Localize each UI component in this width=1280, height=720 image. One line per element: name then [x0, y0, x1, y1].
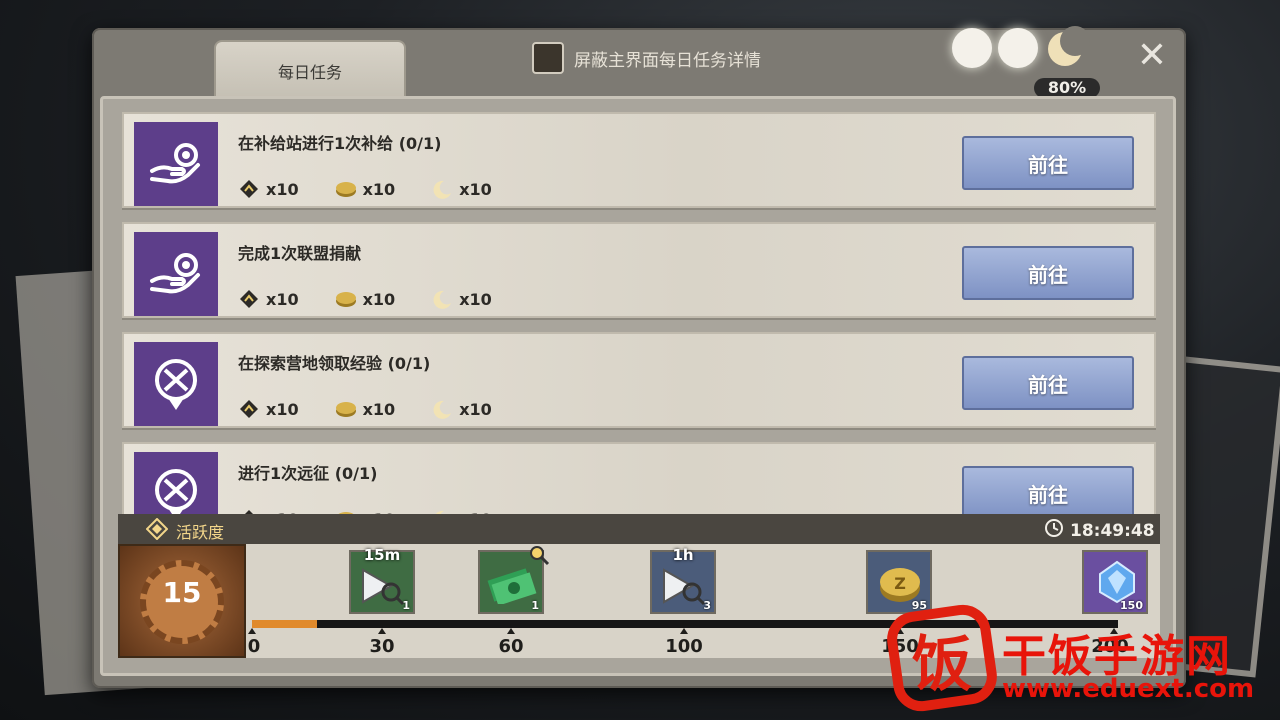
map-pin-icon — [134, 452, 218, 514]
reward-chest[interactable]: 1 — [478, 546, 550, 614]
go-button[interactable]: 前往 — [962, 356, 1134, 410]
clock-icon — [1044, 518, 1064, 543]
reward-amount: x10 — [459, 399, 492, 419]
moon-point-icon — [431, 398, 453, 420]
watermark-logo-text: 饭 — [912, 630, 972, 700]
activity-diamond-icon — [145, 517, 169, 544]
task-card: 在探索营地领取经验 (0/1) x10 x10 x10 前往 — [122, 332, 1156, 428]
reward-item: x10 — [238, 288, 299, 310]
moon-point-icon — [431, 288, 453, 310]
progress-tick-mark — [248, 628, 256, 634]
activity-moons — [952, 26, 1090, 68]
reward-item: x10 — [431, 288, 492, 310]
full-moon-icon — [998, 28, 1038, 68]
hide-details-option[interactable]: 屏蔽主界面每日任务详情 — [532, 42, 761, 74]
speedup-ticket-icon — [238, 178, 260, 200]
coin-icon — [335, 398, 357, 420]
reward-chest[interactable]: 1h 3 — [650, 546, 716, 614]
coin-icon — [335, 178, 357, 200]
reward-amount: x10 — [459, 179, 492, 199]
hand-coin-icon — [134, 232, 218, 316]
coin-icon — [335, 288, 357, 310]
cash-icon — [487, 568, 537, 604]
activity-level-badge: 15 — [118, 544, 246, 658]
activity-level-number: 15 — [162, 576, 202, 609]
reward-amount: x10 — [362, 399, 396, 419]
svg-text:Z: Z — [894, 574, 906, 593]
speedup-icon — [663, 568, 706, 606]
activity-header — [118, 514, 1160, 544]
reward-count: 1 — [531, 599, 539, 612]
progress-tick-mark — [680, 628, 688, 634]
speedup-icon — [362, 568, 405, 606]
task-rewards: x10 x10 x10 — [238, 178, 492, 200]
activity-progress-fill — [252, 620, 317, 628]
activity-label-text: 活跃度 — [176, 523, 225, 542]
progress-tick-label: 100 — [665, 636, 703, 657]
activity-timer: 18:49:48 — [1044, 518, 1155, 543]
reward-item: x10 — [238, 398, 299, 420]
progress-tick-mark — [378, 628, 386, 634]
map-pin-icon — [134, 342, 218, 426]
task-title: 完成1次联盟捐献 — [238, 244, 362, 263]
task-card: 在补给站进行1次补给 (0/1) x10 x10 x10 前往 — [122, 112, 1156, 208]
hide-details-label: 屏蔽主界面每日任务详情 — [574, 50, 761, 71]
go-button[interactable]: 前往 — [962, 246, 1134, 300]
reward-amount: x10 — [459, 289, 492, 309]
reward-count: 1 — [402, 599, 410, 612]
reward-amount: x10 — [266, 399, 299, 419]
crystal-icon — [1099, 560, 1135, 604]
task-rewards: x10 x10 x10 — [238, 288, 492, 310]
progress-tick-label: 60 — [498, 636, 524, 657]
go-button[interactable]: 前往 — [962, 466, 1134, 514]
task-card: 完成1次联盟捐献 x10 x10 x10 前往 — [122, 222, 1156, 318]
speedup-ticket-icon — [238, 398, 260, 420]
activity-label: 活跃度 — [145, 517, 225, 544]
task-title: 进行1次远征 (0/1) — [238, 464, 378, 483]
reward-item: x10 — [431, 178, 492, 200]
moon-point-icon — [431, 178, 453, 200]
progress-tick-label: 30 — [369, 636, 395, 657]
task-title: 在补给站进行1次补给 (0/1) — [238, 134, 442, 153]
task-card: 进行1次远征 (0/1) x10 x10 x10 前往 — [122, 442, 1156, 514]
task-rewards: x10 x10 x10 — [238, 398, 492, 420]
full-moon-icon — [952, 28, 992, 68]
watermark-url: www.eduext.com — [1002, 674, 1255, 704]
task-title: 在探索营地领取经验 (0/1) — [238, 354, 431, 373]
reward-item: x10 — [335, 398, 396, 420]
reward-duration: 1h — [672, 546, 694, 564]
go-button[interactable]: 前往 — [962, 136, 1134, 190]
reward-count: 3 — [703, 599, 711, 612]
reward-chest[interactable]: 15m 1 — [349, 546, 415, 614]
close-icon[interactable]: ✕ — [1134, 38, 1170, 74]
reward-duration: 15m — [363, 546, 401, 564]
task-list[interactable]: 在补给站进行1次补给 (0/1) x10 x10 x10 前往 完成1次联盟捐献… — [122, 112, 1158, 514]
reward-item: x10 — [238, 178, 299, 200]
reward-amount: x10 — [266, 289, 299, 309]
reward-amount: x10 — [362, 179, 396, 199]
moon-percent: 80% — [1034, 78, 1100, 98]
reward-amount: x10 — [362, 289, 396, 309]
reward-item: x10 — [431, 398, 492, 420]
tab-daily-tasks[interactable]: 每日任务 — [214, 40, 406, 100]
speedup-ticket-icon — [238, 288, 260, 310]
progress-tick-mark — [507, 628, 515, 634]
reward-item: x10 — [335, 178, 396, 200]
timer-text: 18:49:48 — [1070, 520, 1155, 541]
hand-coin-icon — [134, 122, 218, 206]
watermark: 饭 干饭手游网 www.eduext.com — [883, 601, 1270, 716]
reward-amount: x10 — [266, 179, 299, 199]
magnifier-icon — [530, 546, 550, 566]
reward-item: x10 — [335, 288, 396, 310]
progress-tick-label: 0 — [247, 636, 261, 657]
crescent-moon-icon — [1044, 26, 1090, 68]
hide-details-checkbox[interactable] — [532, 42, 564, 74]
